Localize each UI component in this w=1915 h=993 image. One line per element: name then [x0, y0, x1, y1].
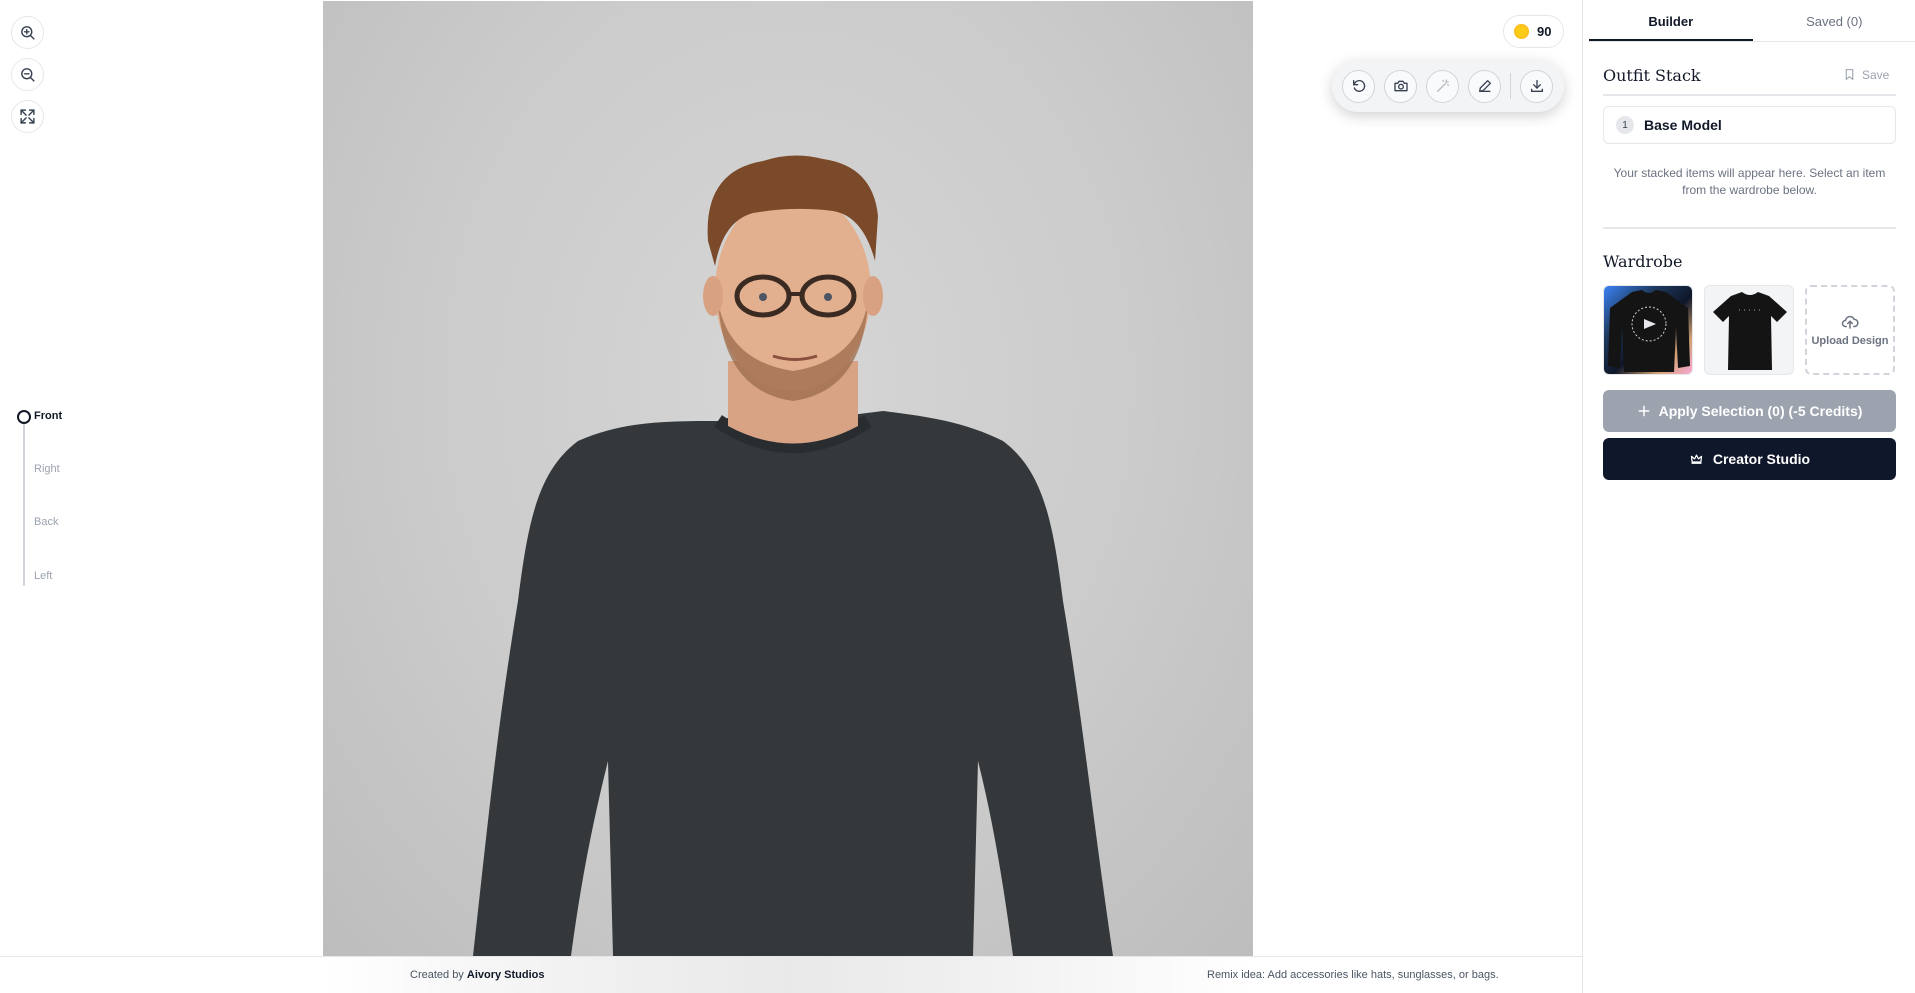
credits-value: 90 — [1537, 24, 1552, 39]
active-view-indicator — [17, 410, 31, 424]
zoom-out-icon — [21, 68, 35, 82]
view-left[interactable]: Left — [34, 570, 52, 582]
t-shirt-image — [1713, 292, 1787, 370]
image-toolbar — [1332, 60, 1564, 112]
cloud-upload-icon — [1841, 315, 1859, 329]
view-front[interactable]: Front — [34, 410, 62, 422]
footer: Created by Aivory Studios Remix idea: Ad… — [0, 956, 1582, 993]
magic-edit-button[interactable] — [1426, 69, 1459, 103]
camera-button[interactable] — [1384, 69, 1417, 103]
undo-button[interactable] — [1342, 69, 1375, 103]
crown-icon — [1690, 454, 1702, 464]
view-right[interactable]: Right — [34, 463, 60, 475]
apply-selection-button[interactable]: Apply Selection (0) (-5 Credits) — [1603, 390, 1896, 432]
magic-wand-icon — [1436, 79, 1449, 92]
upload-design-button[interactable]: Upload Design — [1805, 285, 1895, 375]
model-preview-image[interactable] — [323, 1, 1253, 956]
remix-idea: Remix idea: Add accessories like hats, s… — [1207, 969, 1499, 981]
wardrobe-item[interactable] — [1704, 285, 1794, 375]
builder-panel: Builder Saved (0) Outfit Stack Save 1 Ba… — [1582, 0, 1915, 993]
plus-icon — [1638, 405, 1649, 417]
edit-button[interactable] — [1468, 69, 1501, 103]
expand-icon — [20, 109, 35, 124]
download-button[interactable] — [1520, 69, 1553, 103]
coin-icon — [1514, 24, 1529, 39]
undo-icon — [1352, 79, 1365, 92]
stack-hint: Your stacked items will appear here. Sel… — [1613, 166, 1886, 197]
zoom-in-button[interactable] — [11, 16, 44, 49]
long-sleeve-shirt-image — [1608, 290, 1690, 372]
save-label: Save — [1862, 67, 1890, 82]
created-prefix: Created by — [410, 969, 464, 981]
stack-item-label: Base Model — [1644, 117, 1722, 133]
stack-item-number: 1 — [1616, 116, 1634, 134]
creator-name[interactable]: Aivory Studios — [467, 969, 545, 981]
save-button[interactable]: Save — [1843, 67, 1889, 82]
stack-item[interactable]: 1 Base Model — [1603, 106, 1896, 144]
fit-screen-button[interactable] — [11, 100, 44, 133]
view-back[interactable]: Back — [34, 516, 58, 528]
canvas-area: Front Right Back Left 90 Created by Aivo… — [0, 0, 1582, 993]
wardrobe-divider — [1603, 227, 1896, 229]
toolbar-divider — [1510, 73, 1511, 99]
pen-icon — [1478, 80, 1491, 92]
zoom-out-button[interactable] — [11, 58, 44, 91]
wardrobe-title: Wardrobe — [1603, 252, 1683, 271]
tab-builder[interactable]: Builder — [1589, 0, 1753, 41]
view-selector: Front Right Back Left — [17, 408, 107, 586]
footer-credit: Created by Aivory Studios — [410, 969, 545, 981]
upload-design-label: Upload Design — [1811, 335, 1889, 347]
bookmark-icon — [1845, 69, 1854, 81]
model-figure — [473, 155, 1113, 956]
download-icon — [1530, 80, 1543, 92]
stack-divider — [1603, 94, 1896, 96]
apply-selection-label: Apply Selection (0) (-5 Credits) — [1658, 403, 1863, 419]
credits-badge[interactable]: 90 — [1503, 15, 1565, 48]
creator-studio-button[interactable]: Creator Studio — [1603, 438, 1896, 480]
outfit-stack-title: Outfit Stack — [1603, 66, 1701, 85]
creator-studio-label: Creator Studio — [1712, 451, 1811, 467]
wardrobe-grid: Upload Design — [1603, 285, 1896, 375]
zoom-in-icon — [21, 26, 35, 40]
camera-icon — [1393, 80, 1408, 92]
panel-tabs: Builder Saved (0) — [1589, 0, 1915, 42]
view-timeline-line — [23, 422, 25, 586]
wardrobe-item[interactable] — [1603, 285, 1693, 375]
tab-saved[interactable]: Saved (0) — [1753, 0, 1915, 41]
